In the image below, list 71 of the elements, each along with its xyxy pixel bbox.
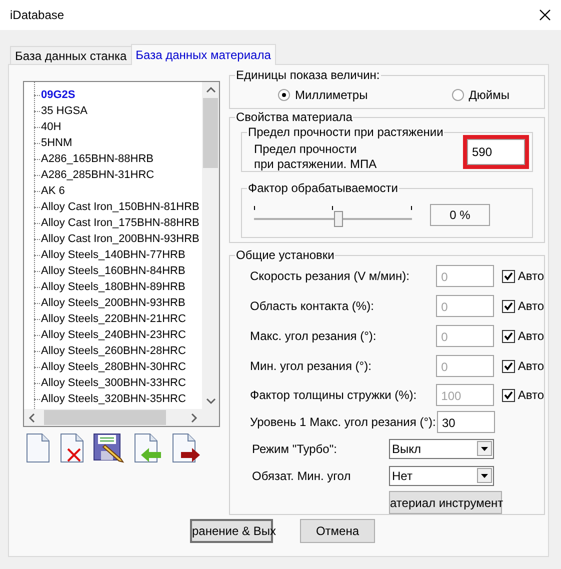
- field-label: Режим "Турбо":: [251, 440, 338, 458]
- readout-field: 0 %: [430, 204, 490, 226]
- radio-button[interactable]: [278, 89, 290, 101]
- list-item[interactable]: A286_285BHN-31HRC: [41, 167, 154, 183]
- delete-document-icon[interactable]: [59, 433, 85, 463]
- checkbox-label: Авто: [518, 328, 544, 345]
- tab[interactable]: База данных станка: [10, 46, 132, 64]
- vertical-scrollbar[interactable]: [202, 82, 219, 409]
- list-item[interactable]: Alloy Steels_220BHN-21HRC: [41, 311, 186, 327]
- close-icon[interactable]: [539, 9, 551, 21]
- field-label: Мин. угол резания (°):: [249, 358, 372, 375]
- dialog-button[interactable]: Отмена: [300, 519, 375, 543]
- list-item[interactable]: Alloy Steels_320BHN-35HRC: [41, 391, 186, 407]
- group-title: Свойства материала: [235, 110, 354, 124]
- floppy-pencil-icon[interactable]: [93, 433, 125, 463]
- checkbox-label: Авто: [518, 387, 544, 404]
- group-title: Единицы показа величин:: [235, 68, 381, 82]
- scroll-left-icon[interactable]: [28, 412, 36, 422]
- document-right-arrow-icon[interactable]: [171, 433, 201, 463]
- scroll-up-icon[interactable]: [206, 86, 216, 94]
- list-item[interactable]: 40H: [41, 119, 62, 135]
- list-item[interactable]: Alloy Steels_160BHN-84HRB: [41, 263, 186, 279]
- checkbox-label: Авто: [518, 268, 544, 285]
- list-item[interactable]: Alloy Cast Iron_150BHN-81HRB: [41, 199, 200, 215]
- document-left-arrow-icon[interactable]: [133, 433, 163, 463]
- dropdown-arrow-icon: [481, 474, 488, 478]
- scrollbar-thumb[interactable]: [44, 410, 166, 425]
- radio-label: Дюймы: [468, 87, 510, 104]
- new-document-icon[interactable]: [25, 433, 51, 463]
- list-item[interactable]: Alloy Steels_140BHN-77HRB: [41, 247, 186, 263]
- list-item[interactable]: A286_165BHN-88HRB: [41, 151, 154, 167]
- list-item[interactable]: Alloy Steels_240BHN-23HRC: [41, 327, 186, 343]
- list-item[interactable]: Alloy Steels_280BHN-30HRC: [41, 359, 186, 375]
- list-item[interactable]: 09G2S: [41, 87, 76, 103]
- field-label: Макс. угол резания (°):: [249, 328, 378, 345]
- list-item[interactable]: Alloy Cast Iron_175BHN-88HRB: [41, 215, 200, 231]
- scrollbar-thumb[interactable]: [203, 98, 218, 168]
- group-title: Фактор обрабатываемости: [247, 181, 399, 195]
- dropdown-arrow-icon: [481, 446, 488, 450]
- checkbox-label: Авто: [518, 358, 544, 375]
- field-label: Обязат. Мин. угол: [251, 468, 352, 484]
- list-item[interactable]: Alloy Steels_180BHN-89HRB: [41, 279, 186, 295]
- dropdown[interactable]: Выкл: [389, 438, 494, 458]
- radio-button[interactable]: [452, 89, 464, 101]
- tab[interactable]: База данных материала: [130, 44, 276, 65]
- radio-label: Миллиметры: [295, 87, 368, 104]
- field-label: Уровень 1 Макс. угол резания (°):: [249, 414, 437, 431]
- tool-material-button[interactable]: атериал инструмент: [389, 491, 502, 514]
- list-item[interactable]: Alloy Steels_300BHN-33HRC: [41, 375, 186, 391]
- slider-track[interactable]: [254, 206, 412, 226]
- field-label: Область контакта (%):: [249, 298, 375, 315]
- list-item[interactable]: Alloy Cast Iron_200BHN-93HRB: [41, 231, 200, 247]
- input-field[interactable]: 30: [437, 411, 495, 433]
- group-title: Предел прочности при растяжении: [247, 125, 444, 139]
- list-item[interactable]: Alloy Steels_260BHN-28HRC: [41, 343, 186, 359]
- list-item[interactable]: Alloy Steels_200BHN-93HRB: [41, 295, 186, 311]
- dropdown[interactable]: Нет: [389, 466, 494, 486]
- list-item[interactable]: 35 HGSA: [41, 103, 88, 119]
- slider-thumb[interactable]: [334, 211, 343, 227]
- checkbox-label: Авто: [518, 298, 544, 315]
- field-label: Скорость резания (V м/мин):: [249, 268, 410, 285]
- scroll-down-icon[interactable]: [206, 397, 216, 405]
- field-label: Фактор толщины стружки (%):: [249, 387, 418, 404]
- input-field[interactable]: 590: [467, 139, 525, 165]
- field-label: Предел прочности при растяжении. МПА: [254, 142, 378, 172]
- horizontal-scrollbar[interactable]: [24, 409, 202, 426]
- scroll-right-icon[interactable]: [190, 412, 198, 422]
- list-item[interactable]: 5HNM: [41, 135, 72, 151]
- list-item[interactable]: AK 6: [41, 183, 65, 199]
- group-title: Общие установки: [235, 248, 336, 262]
- window-title: iDatabase: [10, 7, 64, 24]
